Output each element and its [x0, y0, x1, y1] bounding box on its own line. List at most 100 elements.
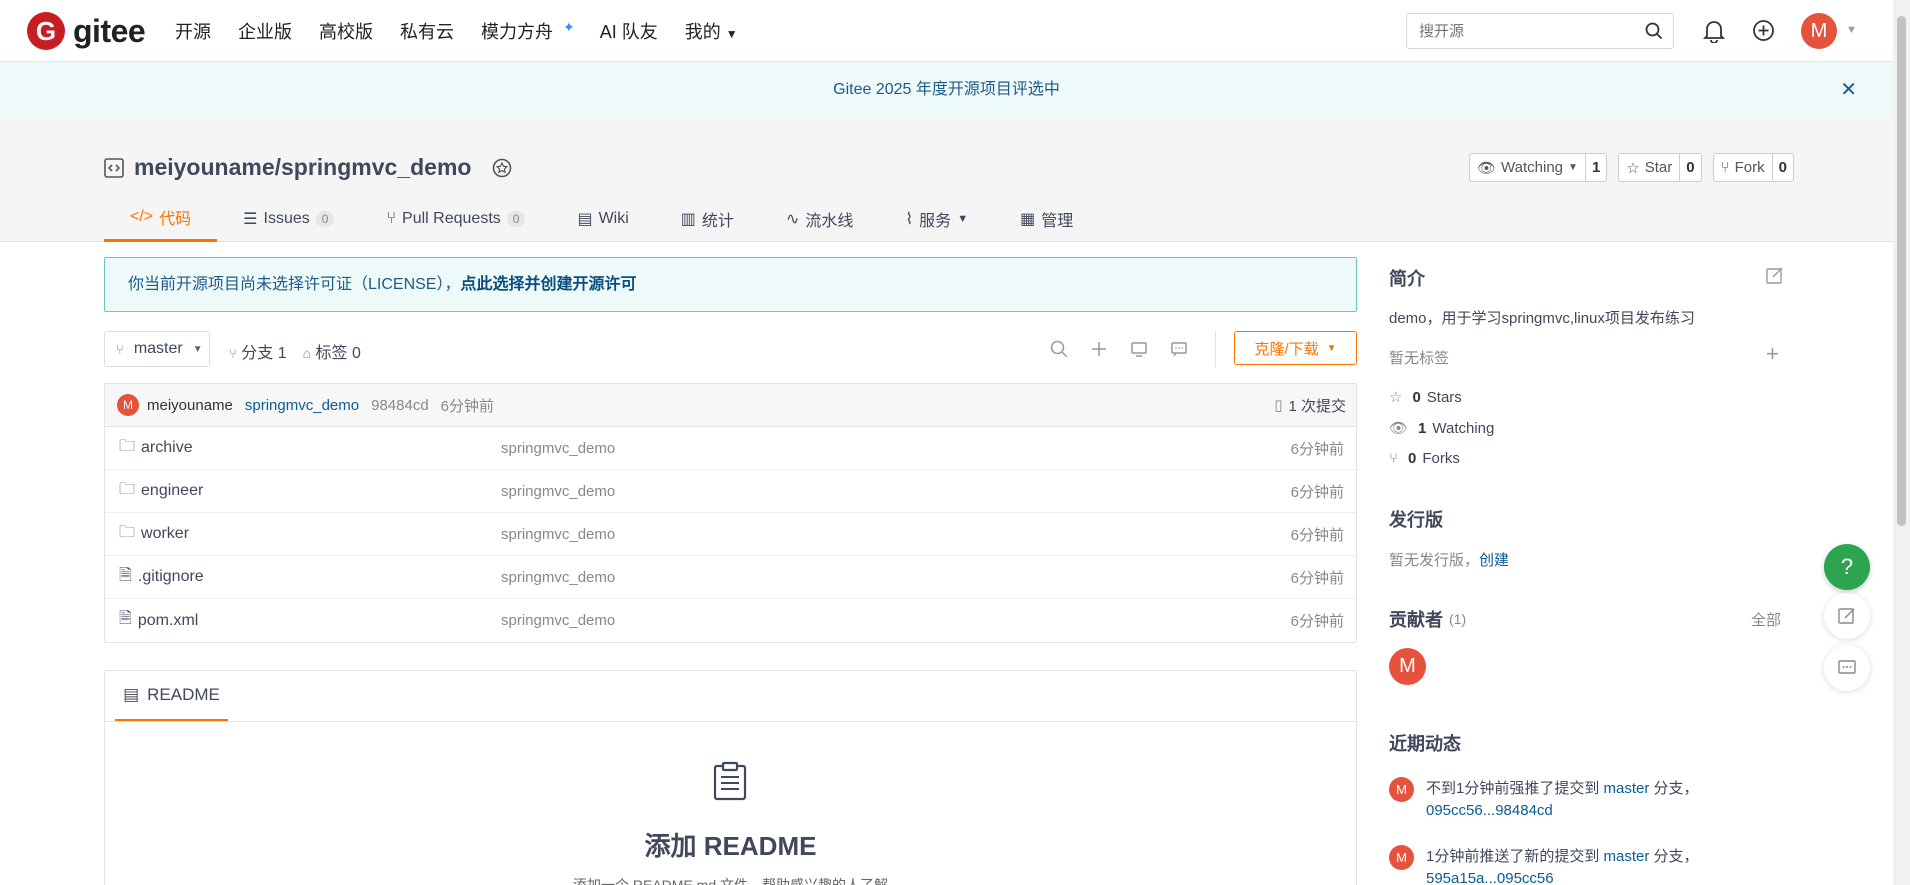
file-name[interactable]: engineer [141, 482, 203, 500]
nav-education[interactable]: 高校版 [319, 18, 373, 44]
nav-private-cloud[interactable]: 私有云 [400, 18, 454, 44]
readme-tab[interactable]: ▤ README [115, 671, 228, 721]
repo-header: meiyouname/springmvc_demo 👁 Watching ▼ 1 ☆… [0, 118, 1893, 242]
scrollbar-thumb[interactable] [1897, 16, 1906, 526]
file-commit-message[interactable]: springmvc_demo [501, 569, 615, 586]
search-icon[interactable] [1645, 22, 1663, 40]
commit-author[interactable]: meiyouname [147, 397, 233, 414]
watch-count[interactable]: 1 [1586, 154, 1606, 181]
release-text: 暂无发行版， [1389, 552, 1480, 569]
add-tag-icon[interactable]: + [1766, 341, 1779, 367]
table-row[interactable]: 🗀 archive springmvc_demo 6分钟前 [105, 427, 1356, 470]
file-name[interactable]: .gitignore [138, 568, 204, 586]
eye-icon: 👁 [1389, 420, 1409, 437]
gitee-logo[interactable]: G gitee [27, 12, 146, 50]
file-commit-message[interactable]: springmvc_demo [501, 526, 615, 543]
file-commit-message[interactable]: springmvc_demo [501, 612, 615, 629]
table-row[interactable]: 🗎 .gitignore springmvc_demo 6分钟前 [105, 556, 1356, 599]
activity-item: 1分钟前推送了新的提交到 master 分支， 595a15a...095cc56 [1426, 846, 1785, 885]
forks-stat[interactable]: ⑂ 0 Forks [1389, 450, 1460, 467]
table-row[interactable]: 🗀 engineer springmvc_demo 6分钟前 [105, 470, 1356, 513]
file-commit-message[interactable]: springmvc_demo [501, 483, 615, 500]
file-name[interactable]: worker [141, 525, 189, 543]
file-name[interactable]: pom.xml [138, 612, 198, 630]
page-scrollbar[interactable] [1893, 0, 1910, 885]
stars-stat[interactable]: ☆ 0 Stars [1389, 388, 1462, 407]
banner-text[interactable]: Gitee 2025 年度开源项目评选中 [833, 81, 1060, 98]
tab-pull-requests[interactable]: ⑂ Pull Requests 0 [360, 195, 551, 242]
tab-manage-label: 管理 [1041, 212, 1074, 230]
nav-moli[interactable]: 模力方舟 ✦ [481, 18, 575, 44]
tags-link[interactable]: ⌂ 标签 0 [303, 339, 361, 363]
commit-message[interactable]: springmvc_demo [245, 397, 359, 414]
edit-icon[interactable] [1766, 266, 1784, 284]
file-table: M meiyouname springmvc_demo 98484cd 6分钟前… [104, 383, 1357, 643]
license-text: 你当前开源项目尚未选择许可证（LICENSE）， [128, 276, 461, 293]
branch-select[interactable]: ⑂ master ▼ [104, 331, 210, 367]
commit-count-link[interactable]: ▯ 1 次提交 [1274, 395, 1346, 416]
tab-stats[interactable]: ▥ 统计 [655, 195, 760, 242]
commit-author-avatar[interactable]: M [117, 394, 139, 416]
activity-compare-link[interactable]: 095cc56...98484cd [1426, 802, 1553, 819]
nav-mine[interactable]: 我的 ▼ [685, 18, 738, 44]
tab-pipeline[interactable]: ∿ 流水线 [760, 195, 879, 242]
help-button[interactable]: ? [1824, 544, 1870, 590]
add-readme-subtitle: 添加一个 README.md 文件，帮助感兴趣的人了解 [572, 877, 888, 885]
repo-name[interactable]: meiyouname/springmvc_demo [134, 154, 471, 181]
badge-icon[interactable] [491, 157, 513, 179]
bell-icon[interactable] [1703, 19, 1725, 43]
tab-issues[interactable]: ☰ Issues 0 [217, 195, 360, 242]
plus-icon[interactable] [1090, 340, 1108, 358]
close-icon[interactable]: ✕ [1840, 62, 1857, 118]
nav-open-source[interactable]: 开源 [175, 18, 211, 44]
star-button[interactable]: ☆ Star 0 [1618, 153, 1702, 182]
user-avatar[interactable]: M [1801, 13, 1837, 49]
file-commit-message[interactable]: springmvc_demo [501, 440, 615, 457]
watching-stat[interactable]: 👁 1 Watching [1389, 419, 1494, 438]
file-name[interactable]: archive [141, 439, 193, 457]
activity-compare-link[interactable]: 595a15a...095cc56 [1426, 870, 1554, 885]
search-input[interactable] [1419, 22, 1639, 40]
branches-link[interactable]: ⑂ 分支 1 [229, 339, 287, 363]
edit-icon [1838, 608, 1855, 624]
caret-down-icon: ▼ [1568, 162, 1578, 173]
star-count[interactable]: 0 [1680, 154, 1700, 181]
plus-circle-icon[interactable] [1752, 19, 1775, 42]
feedback-button[interactable] [1824, 593, 1870, 639]
contributor-avatar[interactable]: M [1389, 648, 1426, 685]
folder-icon: 🗀 [119, 437, 136, 455]
nav-ai-teammate[interactable]: AI 队友 [600, 18, 658, 44]
license-create-link[interactable]: 点此选择并创建开源许可 [460, 276, 636, 293]
contributors-all-link[interactable]: 全部 [1751, 609, 1781, 630]
create-release-link[interactable]: 创建 [1479, 552, 1509, 569]
chat-button[interactable] [1824, 645, 1870, 691]
activity-avatar[interactable]: M [1389, 845, 1414, 870]
code-icon: </> [130, 208, 154, 225]
search-icon[interactable] [1050, 340, 1068, 358]
fork-button[interactable]: ⑂ Fork 0 [1712, 153, 1794, 182]
nav-enterprise[interactable]: 企业版 [238, 18, 292, 44]
activity-branch-link[interactable]: master [1604, 848, 1650, 865]
clone-download-button[interactable]: 克隆/下载 ▼ [1234, 331, 1357, 365]
search-box [1406, 13, 1674, 49]
comment-icon[interactable] [1170, 340, 1188, 358]
gitee-logo-mark: G [27, 12, 65, 50]
table-row[interactable]: 🗎 pom.xml springmvc_demo 6分钟前 [105, 599, 1356, 642]
tab-wiki[interactable]: ▤ Wiki [551, 195, 654, 242]
activity-branch-link[interactable]: master [1604, 780, 1650, 797]
stars-label: Stars [1426, 388, 1462, 406]
activity-mid: 分支， [1649, 848, 1699, 865]
tab-code[interactable]: </> 代码 [104, 195, 218, 242]
monitor-icon[interactable] [1130, 340, 1148, 358]
add-readme-title[interactable]: 添加 README [105, 826, 1356, 863]
user-menu-caret-icon[interactable]: ▼ [1846, 24, 1857, 36]
fork-count[interactable]: 0 [1773, 154, 1793, 181]
activity-avatar[interactable]: M [1389, 777, 1414, 802]
tab-services[interactable]: ⌇ 服务 ▼ [879, 195, 994, 242]
contributors-count: (1) [1449, 611, 1467, 627]
commit-sha[interactable]: 98484cd [371, 397, 429, 414]
table-row[interactable]: 🗀 worker springmvc_demo 6分钟前 [105, 513, 1356, 556]
tab-manage[interactable]: ▦ 管理 [994, 195, 1099, 242]
watch-button[interactable]: 👁 Watching ▼ 1 [1469, 153, 1608, 182]
folder-icon: 🗀 [119, 523, 136, 541]
